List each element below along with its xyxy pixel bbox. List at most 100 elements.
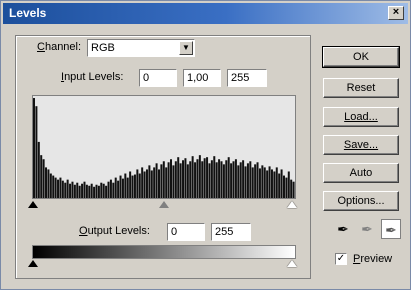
histogram-bar [203,158,206,198]
black-eyedropper-icon[interactable]: ✒ [333,219,353,239]
histogram-bar [234,159,237,198]
histogram-bar [117,180,120,198]
histogram-bar [266,170,269,198]
histogram-bar [206,157,209,198]
histogram-bar [102,183,105,198]
histogram-bar [90,183,93,198]
histogram-bar [145,169,148,198]
histogram-bar [37,141,40,198]
output-black-slider-handle[interactable] [28,260,38,267]
histogram-bar [112,182,115,198]
input-gamma-slider-handle[interactable] [159,201,169,208]
histogram-bar [239,162,242,198]
input-black-slider-handle[interactable] [28,201,38,208]
ok-button[interactable]: OK [322,46,400,68]
histogram-bar [54,177,57,198]
histogram-bar [42,159,45,198]
histogram-bar [64,182,67,198]
histogram-bar [280,169,283,198]
histogram-bar [148,165,151,198]
preview-checkbox[interactable]: ✓ [335,253,347,265]
histogram-bar [83,181,86,198]
histogram-bar [263,167,266,198]
histogram-graph [33,98,295,198]
close-button[interactable]: × [388,6,404,20]
histogram-bar [275,167,278,198]
histogram-bar [191,156,194,198]
options-button[interactable]: Options... [323,191,399,211]
histogram-bar [285,177,288,198]
title-bar: Levels × [3,3,408,24]
load-button[interactable]: Load... [323,107,399,127]
channel-label: Channel: [37,41,82,53]
white-eyedropper-icon[interactable]: ✒ [381,219,401,239]
histogram-bar [129,171,132,198]
input-slider[interactable] [28,201,297,209]
histogram-bar [244,166,247,198]
histogram-bar [189,161,192,198]
histogram-bar [119,175,122,198]
histogram-bar [179,163,182,198]
histogram-bar [232,161,235,198]
histogram-bar [124,173,127,198]
output-slider[interactable] [28,260,297,268]
output-black-field[interactable]: 0 [167,223,205,241]
histogram-bar [249,161,252,198]
histogram-bar [33,98,35,198]
histogram-bar [69,183,72,198]
histogram-bar [133,174,136,198]
preview-label: Preview [353,253,393,265]
histogram-bar [258,168,261,198]
histogram-bar [52,175,55,198]
histogram-bar [66,179,69,198]
auto-button[interactable]: Auto [323,163,399,183]
histogram-bar [76,182,79,198]
histogram-bar [45,167,48,198]
histogram-bar [97,185,100,198]
histogram-bar [59,177,62,198]
save-button[interactable]: Save... [323,135,399,155]
histogram-bar [268,166,271,198]
channel-value: RGB [91,42,115,54]
histogram-bar [138,173,141,198]
histogram-bar [105,185,108,198]
histogram-bar [78,185,81,198]
output-white-slider-handle[interactable] [287,260,297,267]
histogram-bar [160,164,163,198]
histogram-bar [170,159,173,198]
dialog-title: Levels [9,6,47,20]
reset-button[interactable]: Reset [323,78,399,98]
histogram-bar [81,183,84,198]
histogram-bar [157,169,160,198]
histogram-bar [186,164,189,198]
histogram-bar [201,161,204,198]
histogram-bar [222,164,225,198]
histogram [32,95,296,199]
histogram-bar [215,162,218,198]
input-white-slider-handle[interactable] [287,201,297,208]
histogram-bar [131,175,134,198]
input-black-field[interactable]: 0 [139,69,177,87]
histogram-bar [230,163,233,198]
output-white-field[interactable]: 255 [211,223,251,241]
histogram-bar [220,161,223,198]
input-white-field[interactable]: 255 [227,69,267,87]
histogram-bar [165,167,168,198]
histogram-bar [57,179,60,198]
channel-select[interactable]: RGB ▼ [87,39,195,57]
chevron-down-icon[interactable]: ▼ [179,41,193,55]
input-gamma-field[interactable]: 1,00 [183,69,221,87]
histogram-bar [210,160,213,198]
histogram-bar [167,162,170,198]
histogram-bar [242,160,245,198]
histogram-bar [254,164,257,198]
histogram-bar [93,186,96,198]
histogram-bar [136,169,139,198]
histogram-bar [109,179,112,198]
histogram-bar [121,178,124,198]
histogram-bar [184,158,187,198]
histogram-bar [194,162,197,198]
histogram-bar [287,171,290,198]
gray-eyedropper-icon[interactable]: ✒ [357,219,377,239]
histogram-bar [35,106,38,198]
